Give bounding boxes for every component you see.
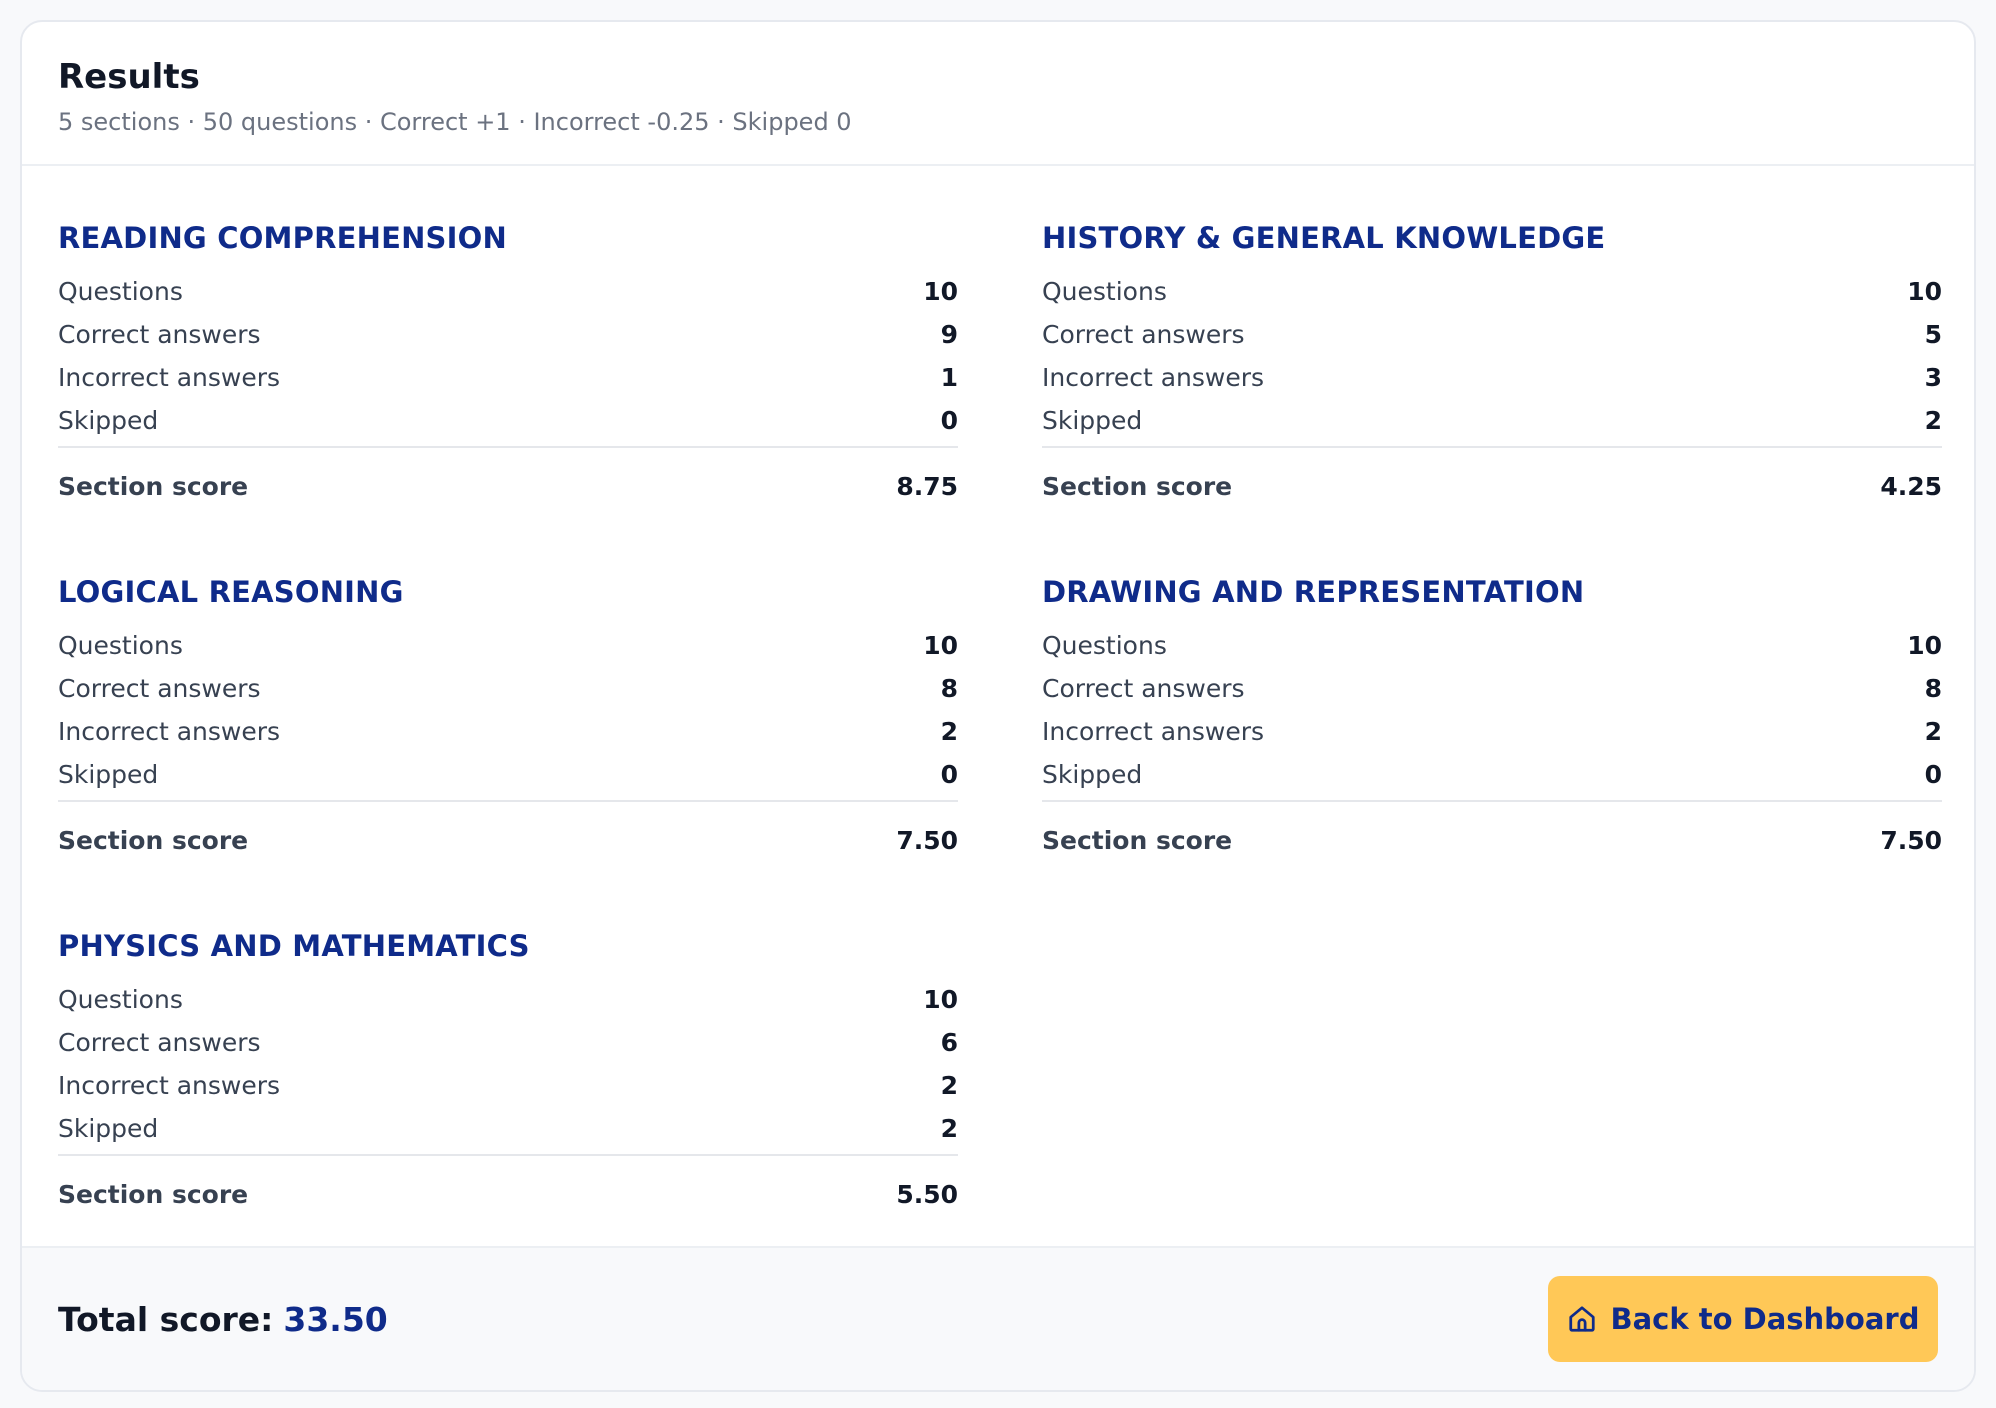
correct-row: Correct answers 8 [58, 667, 958, 710]
section-score-value: 7.50 [1880, 825, 1942, 855]
correct-label: Correct answers [58, 1028, 261, 1057]
correct-row: Correct answers 9 [58, 313, 958, 356]
questions-value: 10 [923, 277, 958, 306]
section-score-row: Section score 7.50 [58, 800, 958, 878]
section-score-label: Section score [58, 825, 249, 855]
questions-label: Questions [58, 277, 183, 306]
results-card: Results 5 sections · 50 questions · Corr… [20, 20, 1976, 1392]
questions-label: Questions [1042, 277, 1167, 306]
questions-row: Questions 10 [1042, 624, 1942, 667]
section-score-label: Section score [58, 1179, 249, 1209]
correct-value: 8 [940, 674, 958, 703]
section-reading-comprehension: READING COMPREHENSION Questions 10 Corre… [58, 218, 958, 524]
section-score-label: Section score [1042, 825, 1233, 855]
skipped-label: Skipped [58, 1114, 159, 1143]
incorrect-label: Incorrect answers [58, 717, 281, 746]
section-score-value: 5.50 [896, 1179, 958, 1209]
section-title: DRAWING AND REPRESENTATION [1042, 575, 1585, 609]
section-title: PHYSICS AND MATHEMATICS [58, 929, 530, 963]
skipped-row: Skipped 2 [1042, 399, 1942, 442]
correct-value: 8 [1924, 674, 1942, 703]
correct-row: Correct answers 5 [1042, 313, 1942, 356]
correct-label: Correct answers [58, 320, 261, 349]
incorrect-label: Incorrect answers [58, 363, 281, 392]
skipped-value: 2 [1924, 406, 1942, 435]
back-to-dashboard-label: Back to Dashboard [1610, 1302, 1920, 1336]
questions-value: 10 [923, 631, 958, 660]
questions-value: 10 [1907, 277, 1942, 306]
correct-label: Correct answers [58, 674, 261, 703]
skipped-label: Skipped [1042, 406, 1143, 435]
correct-label: Correct answers [1042, 674, 1245, 703]
incorrect-value: 2 [940, 1071, 958, 1100]
correct-value: 9 [940, 320, 958, 349]
section-score-label: Section score [1042, 471, 1233, 501]
section-title: READING COMPREHENSION [58, 221, 507, 255]
questions-row: Questions 10 [58, 978, 958, 1021]
results-summary: 5 sections · 50 questions · Correct +1 ·… [58, 108, 852, 136]
skipped-row: Skipped 0 [1042, 753, 1942, 796]
incorrect-value: 2 [1924, 717, 1942, 746]
section-score-row: Section score 7.50 [1042, 800, 1942, 878]
total-score-label: Total score: [58, 1299, 274, 1339]
section-score-value: 8.75 [896, 471, 958, 501]
section-physics-mathematics: PHYSICS AND MATHEMATICS Questions 10 Cor… [58, 926, 958, 1232]
section-history-general-knowledge: HISTORY & GENERAL KNOWLEDGE Questions 10… [1042, 218, 1942, 524]
incorrect-value: 2 [940, 717, 958, 746]
section-score-row: Section score 5.50 [58, 1154, 958, 1232]
section-score-value: 4.25 [1880, 471, 1942, 501]
incorrect-label: Incorrect answers [58, 1071, 281, 1100]
section-drawing-representation: DRAWING AND REPRESENTATION Questions 10 … [1042, 572, 1942, 878]
total-score-value: 33.50 [283, 1299, 388, 1339]
incorrect-value: 3 [1924, 363, 1942, 392]
questions-row: Questions 10 [1042, 270, 1942, 313]
incorrect-row: Incorrect answers 2 [58, 710, 958, 753]
questions-value: 10 [923, 985, 958, 1014]
section-score-label: Section score [58, 471, 249, 501]
correct-value: 6 [940, 1028, 958, 1057]
incorrect-label: Incorrect answers [1042, 717, 1265, 746]
skipped-value: 0 [940, 406, 958, 435]
incorrect-row: Incorrect answers 1 [58, 356, 958, 399]
skipped-row: Skipped 0 [58, 753, 958, 796]
section-title: LOGICAL REASONING [58, 575, 404, 609]
skipped-value: 2 [940, 1114, 958, 1143]
questions-row: Questions 10 [58, 624, 958, 667]
section-score-row: Section score 4.25 [1042, 446, 1942, 524]
questions-label: Questions [58, 985, 183, 1014]
incorrect-row: Incorrect answers 2 [1042, 710, 1942, 753]
results-footer: Total score: 33.50 Back to Dashboard [22, 1246, 1974, 1390]
skipped-label: Skipped [1042, 760, 1143, 789]
section-title: HISTORY & GENERAL KNOWLEDGE [1042, 221, 1606, 255]
page-title: Results [58, 57, 200, 97]
skipped-value: 0 [940, 760, 958, 789]
questions-label: Questions [58, 631, 183, 660]
correct-row: Correct answers 6 [58, 1021, 958, 1064]
skipped-label: Skipped [58, 406, 159, 435]
incorrect-row: Incorrect answers 3 [1042, 356, 1942, 399]
sections-grid: READING COMPREHENSION Questions 10 Corre… [58, 218, 1942, 1232]
correct-label: Correct answers [1042, 320, 1245, 349]
back-to-dashboard-button[interactable]: Back to Dashboard [1548, 1276, 1938, 1362]
section-logical-reasoning: LOGICAL REASONING Questions 10 Correct a… [58, 572, 958, 878]
correct-value: 5 [1924, 320, 1942, 349]
questions-label: Questions [1042, 631, 1167, 660]
incorrect-label: Incorrect answers [1042, 363, 1265, 392]
home-icon [1567, 1304, 1597, 1334]
incorrect-value: 1 [940, 363, 958, 392]
skipped-row: Skipped 0 [58, 399, 958, 442]
section-score-row: Section score 8.75 [58, 446, 958, 524]
skipped-row: Skipped 2 [58, 1107, 958, 1150]
skipped-value: 0 [1924, 760, 1942, 789]
section-score-value: 7.50 [896, 825, 958, 855]
questions-value: 10 [1907, 631, 1942, 660]
questions-row: Questions 10 [58, 270, 958, 313]
incorrect-row: Incorrect answers 2 [58, 1064, 958, 1107]
total-score: Total score: 33.50 [58, 1300, 388, 1339]
correct-row: Correct answers 8 [1042, 667, 1942, 710]
skipped-label: Skipped [58, 760, 159, 789]
results-header: Results 5 sections · 50 questions · Corr… [22, 22, 1974, 166]
